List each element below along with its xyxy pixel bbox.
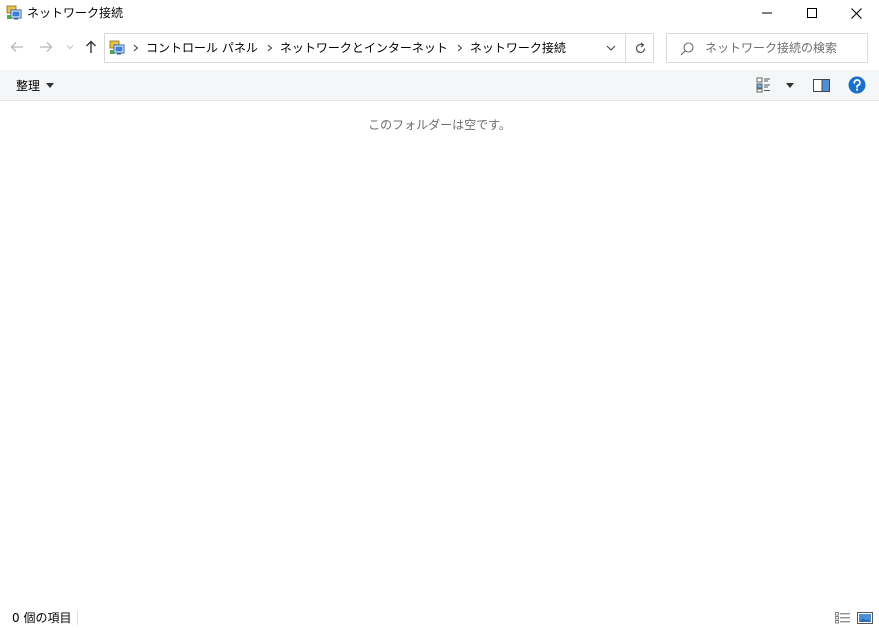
chevron-down-icon — [66, 45, 74, 50]
preview-pane-icon — [812, 78, 830, 92]
minimize-button[interactable] — [744, 0, 789, 26]
breadcrumb-item-control-panel[interactable]: コントロール パネル — [143, 34, 263, 62]
arrow-right-icon — [40, 42, 53, 52]
file-list-area[interactable]: このフォルダーは空です。 — [0, 101, 879, 606]
breadcrumb-item-network-and-internet[interactable]: ネットワークとインターネット — [277, 34, 453, 62]
empty-folder-message: このフォルダーは空です。 — [368, 118, 511, 132]
address-bar[interactable]: コントロール パネル ネットワークとインターネット ネットワーク接続 — [104, 33, 654, 63]
arrow-left-icon — [10, 42, 23, 52]
maximize-icon — [806, 8, 817, 18]
refresh-icon — [635, 42, 645, 53]
breadcrumb-item-network-connections[interactable]: ネットワーク接続 — [467, 34, 571, 62]
organize-label: 整理 — [16, 78, 41, 93]
item-count: 0 個の項目 — [12, 611, 72, 625]
organize-button[interactable]: 整理 — [8, 74, 62, 96]
change-view-icon — [756, 77, 770, 93]
breadcrumb: コントロール パネル ネットワークとインターネット ネットワーク接続 — [129, 34, 571, 62]
details-view-icon — [835, 612, 850, 624]
caret-down-icon — [786, 82, 794, 88]
network-connections-icon — [109, 40, 125, 56]
forward-button[interactable] — [37, 37, 55, 57]
details-view-button[interactable] — [834, 610, 852, 626]
refresh-button[interactable] — [626, 34, 654, 62]
large-icons-view-button[interactable] — [856, 610, 874, 626]
minimize-icon — [761, 12, 772, 14]
close-icon — [851, 7, 862, 19]
up-button[interactable] — [82, 37, 100, 57]
chevron-right-icon[interactable] — [453, 34, 467, 62]
close-button[interactable] — [834, 0, 879, 26]
address-history-button[interactable] — [599, 34, 623, 62]
caret-down-icon — [46, 82, 55, 88]
title-bar: ネットワーク接続 — [0, 0, 879, 26]
chevron-down-icon — [606, 45, 616, 51]
help-icon — [848, 76, 866, 94]
command-bar: 整理 — [0, 70, 879, 101]
preview-pane-button[interactable] — [810, 74, 832, 96]
large-icons-view-icon — [857, 612, 873, 624]
chevron-right-icon[interactable] — [263, 34, 277, 62]
search-input[interactable] — [705, 34, 863, 62]
window-title: ネットワーク接続 — [27, 6, 124, 20]
chevron-right-icon[interactable] — [129, 34, 143, 62]
status-bar: 0 個の項目 — [0, 606, 879, 630]
maximize-button[interactable] — [789, 0, 834, 26]
status-divider — [77, 611, 78, 625]
change-view-button[interactable] — [754, 74, 796, 96]
recent-locations-button[interactable] — [64, 37, 76, 57]
search-box[interactable] — [666, 33, 868, 63]
arrow-up-icon — [86, 40, 96, 53]
network-connections-icon — [6, 5, 22, 21]
back-button[interactable] — [8, 37, 26, 57]
help-button[interactable] — [846, 74, 868, 96]
search-icon — [679, 41, 695, 57]
